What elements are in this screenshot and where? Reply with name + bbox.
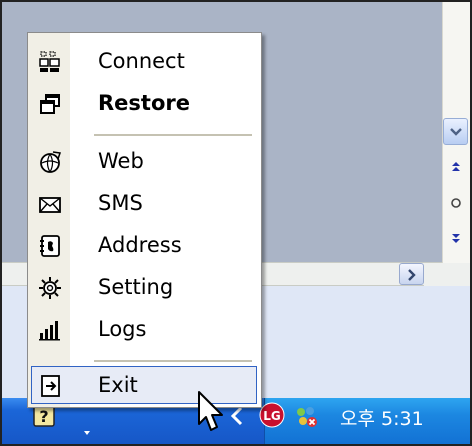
mouse-cursor-icon	[198, 391, 223, 431]
menu-item-label: Exit	[98, 373, 138, 397]
menu-item-restore[interactable]: Restore	[28, 83, 261, 125]
address-book-icon	[40, 235, 60, 257]
svg-text:LG: LG	[263, 409, 281, 423]
menu-separator	[94, 360, 252, 362]
connect-icon	[39, 51, 60, 72]
menu-item-setting[interactable]: Setting	[28, 267, 261, 309]
previous-page-icon[interactable]	[446, 157, 466, 177]
restore-window-icon	[40, 94, 60, 114]
browse-object-icon[interactable]	[446, 193, 466, 213]
menu-item-label: Logs	[98, 317, 147, 341]
menu-item-sms[interactable]: SMS	[28, 183, 261, 225]
menu-item-address[interactable]: Address	[28, 225, 261, 267]
scroll-right-button[interactable]	[399, 263, 424, 285]
globe-icon	[40, 151, 61, 173]
clock[interactable]: 오후 5:31	[340, 404, 424, 431]
svg-text:?: ?	[39, 407, 48, 426]
scroll-down-button[interactable]	[443, 118, 468, 145]
menu-item-label: Web	[98, 149, 144, 173]
bar-chart-icon	[39, 321, 60, 341]
network-icon[interactable]	[291, 402, 319, 430]
chevron-down-icon[interactable]	[81, 427, 93, 439]
menu-separator	[94, 134, 252, 136]
menu-item-label: Restore	[98, 91, 190, 115]
scrollbar-corner	[424, 263, 470, 286]
menu-item-label: Address	[98, 233, 182, 257]
menu-item-web[interactable]: Web	[28, 141, 261, 183]
exit-door-icon	[41, 375, 60, 397]
chevron-right-icon	[408, 269, 416, 281]
next-page-icon[interactable]	[446, 228, 466, 248]
envelope-icon	[39, 197, 61, 213]
chevron-down-icon	[450, 128, 462, 136]
menu-item-label: Connect	[98, 49, 185, 73]
gear-icon	[39, 277, 61, 299]
menu-item-logs[interactable]: Logs	[28, 309, 261, 351]
menu-item-label: SMS	[98, 191, 143, 215]
menu-item-connect[interactable]: Connect	[28, 41, 261, 83]
menu-item-label: Setting	[98, 275, 174, 299]
screen: ? LG 오후 5:31 Connect Restore Web SMS Add…	[0, 0, 472, 446]
tray-context-menu: Connect Restore Web SMS Address Setting …	[27, 32, 262, 408]
